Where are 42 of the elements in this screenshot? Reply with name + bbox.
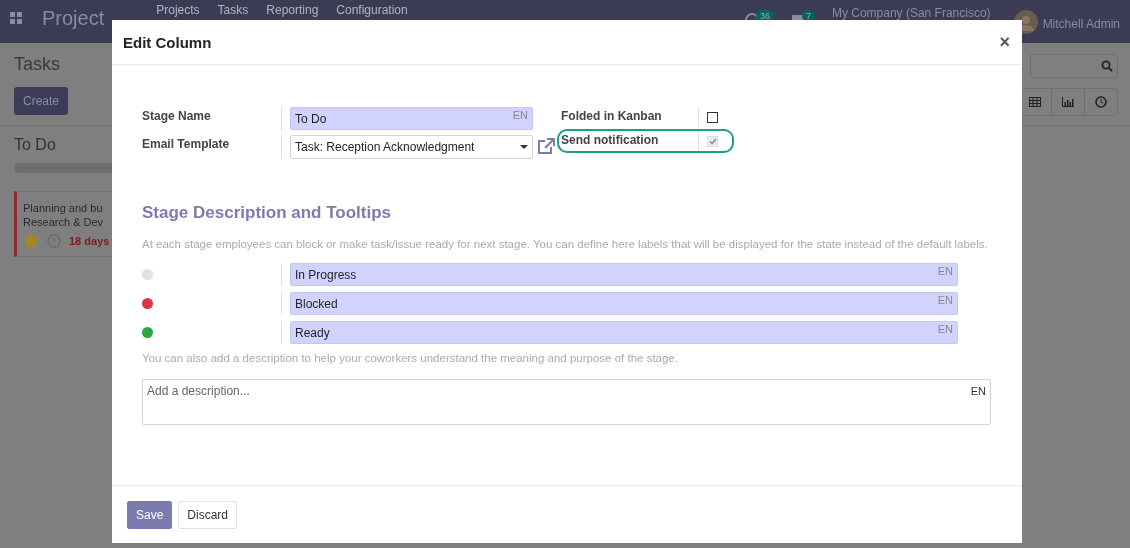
menu-item[interactable]: Projects [156,4,200,17]
stage-name-field[interactable]: To Do EN [290,107,533,130]
description-field[interactable]: Add a description... EN [142,379,991,425]
search-field[interactable] [1030,54,1118,78]
user-name[interactable]: Mitchell Admin [1042,17,1120,31]
column-title: To Do [14,136,56,154]
field-label: Folded in Kanban [559,107,699,127]
email-template-select[interactable]: Task: Reception Acknowledgment [290,135,533,159]
field-label: Email Template [142,135,282,159]
close-button[interactable]: × [999,31,1010,53]
company-switcher[interactable]: My Company (San Francisco) [831,6,991,20]
save-button[interactable]: Save [127,500,173,529]
caret-icon [520,145,528,149]
table-icon [1029,97,1041,107]
section-title: Stage Description and Tooltips [142,203,393,223]
search-icon[interactable] [1101,60,1113,72]
menu-item[interactable]: Tasks [217,4,249,17]
help-text: You can also add a description to help your coworkers understand the meaning and purpose of the stage. [142,351,679,366]
clock-icon [1095,96,1107,108]
app-name: Project [42,7,105,30]
task-text: Research & Dev [23,215,104,229]
star-icon[interactable] [23,233,39,248]
dialog-title: Edit Column [123,33,212,51]
field-label: Stage Name [142,107,282,131]
legend-field[interactable]: Blocked EN [290,292,958,315]
folded-checkbox[interactable] [707,111,718,123]
deadline-text: 18 days [69,234,110,247]
field-label: Send notification [559,131,699,151]
external-link-icon[interactable] [536,138,556,155]
create-button[interactable]: Create [14,87,69,115]
menu-item[interactable]: Reporting [266,4,319,17]
discard-button[interactable]: Discard [178,500,238,529]
task-text: Planning and bu [23,201,103,215]
apps-menu-icon[interactable] [10,12,22,24]
send-notification-checkbox[interactable] [707,135,718,147]
legend-field[interactable]: Ready EN [290,321,958,344]
legend-field[interactable]: In Progress EN [290,263,958,286]
bar-chart-icon [1062,97,1074,107]
help-text: At each stage employees can block or make task/issue ready for next stage. You can define here labels that will be displayed for the state instead of the default labels. [142,237,989,252]
menu-item[interactable]: Configuration [336,4,408,17]
page-title: Tasks [14,54,60,75]
language-tag[interactable]: EN [970,385,986,397]
